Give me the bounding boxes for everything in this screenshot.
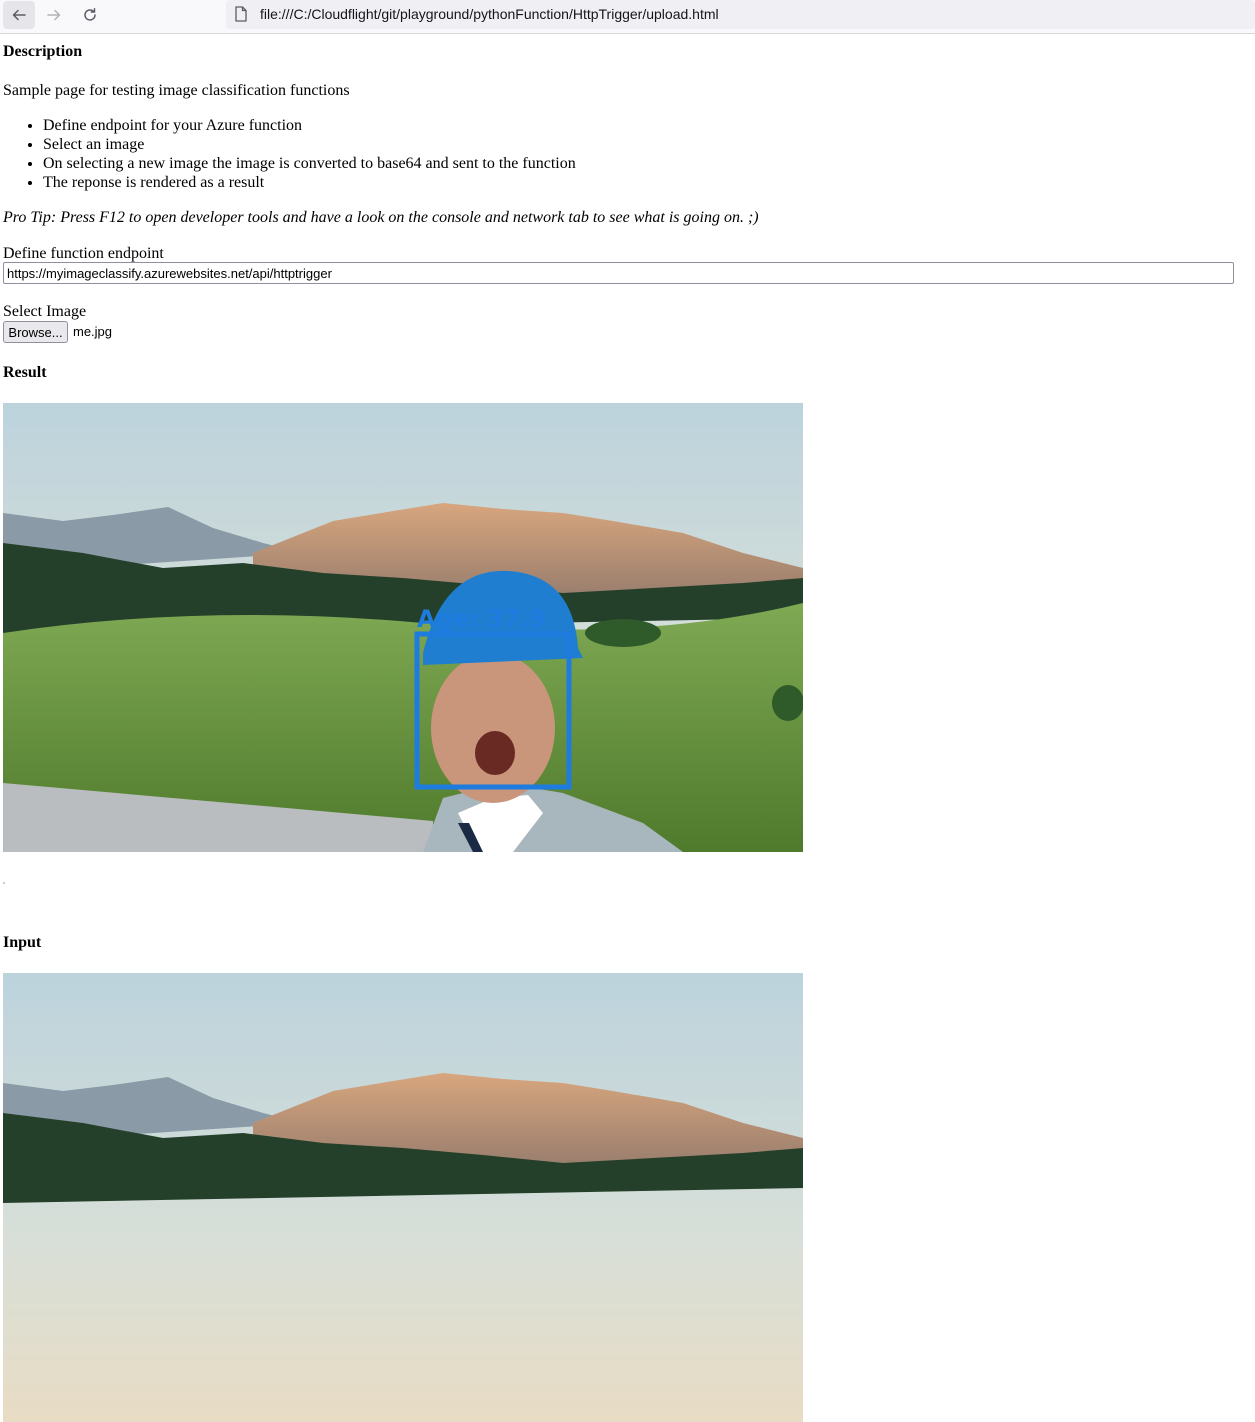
browser-toolbar: file:///C:/Cloudflight/git/playground/py… [0, 0, 1255, 34]
list-item: The reponse is rendered as a result [43, 173, 576, 192]
input-image [3, 973, 803, 1422]
browse-button[interactable]: Browse... [3, 321, 68, 343]
page-icon [235, 6, 247, 22]
description-heading: Description [3, 43, 83, 60]
selected-file-name: me.jpg [73, 324, 113, 339]
url-text: file:///C:/Cloudflight/git/playground/py… [260, 6, 719, 22]
divider-dot [3, 882, 5, 884]
steps-list: Define endpoint for your Azure function … [3, 116, 576, 192]
select-image-label: Select Image [3, 303, 87, 320]
forward-button[interactable] [38, 1, 70, 29]
intro-text: Sample page for testing image classifica… [3, 82, 350, 99]
result-heading: Result [3, 364, 47, 381]
list-item: Define endpoint for your Azure function [43, 116, 576, 135]
result-image: Age: 37.9 [3, 403, 803, 852]
endpoint-label: Define function endpoint [3, 245, 164, 262]
input-heading: Input [3, 934, 42, 951]
back-button[interactable] [3, 1, 35, 29]
list-item: On selecting a new image the image is co… [43, 154, 576, 173]
endpoint-input[interactable] [3, 262, 1234, 284]
address-bar[interactable]: file:///C:/Cloudflight/git/playground/py… [226, 0, 1255, 29]
reload-icon [84, 8, 96, 21]
age-annotation-label: Age: 37.9 [417, 605, 546, 633]
arrow-right-icon [47, 9, 61, 21]
pro-tip: Pro Tip: Press F12 to open developer too… [3, 209, 759, 226]
arrow-left-icon [12, 9, 26, 21]
reload-button[interactable] [74, 1, 106, 29]
list-item: Select an image [43, 135, 576, 154]
